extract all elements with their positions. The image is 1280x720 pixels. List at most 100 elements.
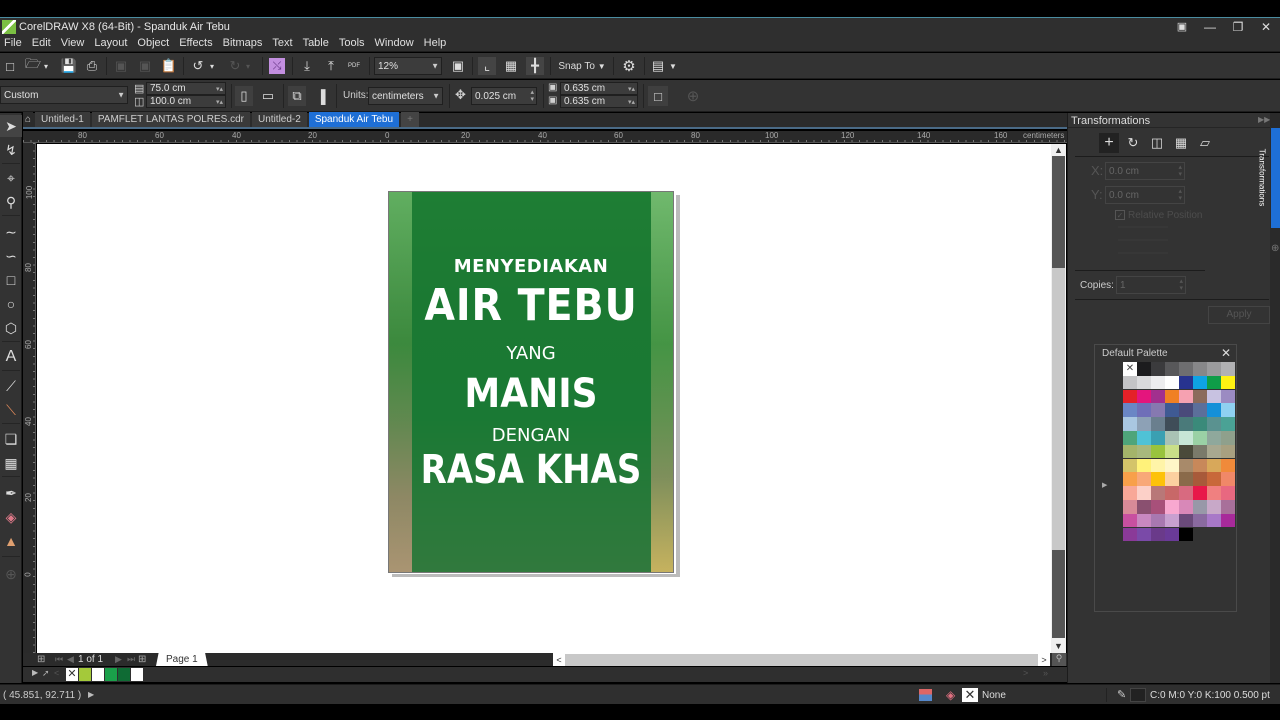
- color-swatch[interactable]: [1151, 527, 1165, 542]
- color-swatch[interactable]: [92, 668, 105, 681]
- launcher-dropdown-icon[interactable]: ▼: [668, 57, 678, 75]
- freehand-tool-icon[interactable]: ∼: [0, 221, 22, 243]
- palette-menu-arrow-icon[interactable]: ▶: [32, 668, 38, 677]
- poster-line-manis[interactable]: MANIS: [403, 371, 659, 417]
- color-swatch[interactable]: [1207, 403, 1221, 417]
- vertical-scrollbar[interactable]: ▲ ▼: [1051, 144, 1066, 653]
- open-dropdown-icon[interactable]: ▾: [42, 57, 50, 75]
- show-guidelines-icon[interactable]: ╋: [526, 57, 544, 75]
- color-swatch[interactable]: [1207, 417, 1221, 431]
- page-1-tab[interactable]: Page 1: [156, 653, 208, 666]
- color-swatch[interactable]: [1137, 389, 1151, 404]
- color-swatch[interactable]: [1221, 403, 1235, 417]
- color-swatch[interactable]: [1165, 472, 1179, 486]
- color-swatch[interactable]: [1137, 472, 1151, 486]
- publish-pdf-icon[interactable]: PDF: [345, 57, 363, 75]
- size-tab-icon[interactable]: ▦: [1172, 133, 1190, 153]
- color-swatch[interactable]: [1179, 403, 1193, 417]
- text-tool-icon[interactable]: A: [0, 346, 22, 368]
- color-swatch[interactable]: [1179, 444, 1193, 459]
- color-swatch[interactable]: [1137, 417, 1151, 431]
- color-swatch[interactable]: [1165, 417, 1179, 431]
- new-document-icon[interactable]: □: [2, 57, 18, 75]
- color-swatch[interactable]: [1151, 431, 1165, 445]
- connector-tool-icon[interactable]: ⟍: [0, 399, 22, 421]
- show-rulers-icon[interactable]: ⌞: [478, 57, 496, 75]
- color-swatch[interactable]: [1151, 500, 1165, 514]
- color-swatch[interactable]: [1165, 362, 1179, 376]
- color-swatch[interactable]: [1221, 362, 1235, 376]
- duplicate-distance-y-input[interactable]: 0.635 cm ▾▴: [560, 95, 638, 108]
- y-position-input[interactable]: 0.0 cm ▴ ▾: [1105, 186, 1185, 204]
- transparency-tool-icon[interactable]: ▦: [0, 452, 22, 474]
- color-swatch[interactable]: [118, 668, 131, 681]
- color-swatch[interactable]: [1123, 472, 1137, 486]
- color-swatch[interactable]: [1193, 444, 1207, 459]
- color-swatch[interactable]: [1165, 458, 1179, 473]
- application-launcher-icon[interactable]: ▤: [649, 57, 667, 75]
- color-swatch[interactable]: [1123, 500, 1137, 514]
- duplicate-distance-x-input[interactable]: 0.635 cm ▾▴: [560, 82, 638, 95]
- eyedropper-icon[interactable]: ➚: [42, 668, 50, 679]
- color-swatch[interactable]: [1151, 444, 1165, 459]
- color-swatch[interactable]: [1165, 389, 1179, 404]
- color-swatch[interactable]: [1207, 431, 1221, 445]
- color-swatch[interactable]: [1207, 444, 1221, 459]
- snap-to-dropdown[interactable]: Snap To ▼: [556, 57, 608, 75]
- spin-arrows-icon[interactable]: ▾▴: [628, 85, 635, 93]
- scroll-down-icon[interactable]: ▼: [1051, 640, 1066, 652]
- color-swatch[interactable]: [1193, 375, 1207, 390]
- color-swatch[interactable]: [1179, 417, 1193, 431]
- tab-pamflet-lantas-polres[interactable]: PAMFLET LANTAS POLRES.cdr: [91, 112, 251, 127]
- scroll-left-icon[interactable]: <: [553, 654, 565, 666]
- color-swatch[interactable]: [1179, 458, 1193, 473]
- smart-fill-tool-icon[interactable]: ▲: [0, 530, 22, 552]
- add-page-before-icon[interactable]: ⊞: [37, 654, 45, 665]
- scroll-right-icon[interactable]: >: [1038, 654, 1050, 666]
- horizontal-ruler[interactable]: 80 60 40 20 0 20 40 60 80 100 120 140 16…: [23, 131, 1067, 143]
- skew-tab-icon[interactable]: ▱: [1196, 133, 1214, 153]
- color-swatch[interactable]: [1193, 403, 1207, 417]
- color-swatch[interactable]: [1207, 472, 1221, 486]
- color-swatch[interactable]: [1207, 500, 1221, 514]
- save-icon[interactable]: 💾: [60, 57, 78, 75]
- spin-arrows-icon[interactable]: ▴ ▾: [1178, 164, 1182, 178]
- menu-bitmaps[interactable]: Bitmaps: [223, 37, 263, 49]
- color-swatch[interactable]: [1179, 362, 1193, 376]
- menu-view[interactable]: View: [61, 37, 85, 49]
- color-swatch[interactable]: [131, 668, 144, 681]
- color-swatch[interactable]: [1179, 472, 1193, 486]
- transformations-docker-tab[interactable]: Transformations: [1257, 128, 1280, 228]
- status-expand-icon[interactable]: ▶: [88, 690, 94, 699]
- x-position-input[interactable]: 0.0 cm ▴ ▾: [1105, 162, 1185, 180]
- color-swatch[interactable]: [1179, 486, 1193, 500]
- spin-arrows-icon[interactable]: ▴ ▾: [1179, 278, 1183, 292]
- search-content-icon[interactable]: ⤯: [269, 58, 285, 74]
- color-swatch[interactable]: [1137, 500, 1151, 514]
- color-swatch[interactable]: [1221, 375, 1235, 390]
- palette-expand-icon[interactable]: »: [1043, 668, 1048, 678]
- horizontal-scrollbar[interactable]: < >: [553, 653, 1050, 666]
- zoom-level-select[interactable]: 12% ▼: [374, 57, 442, 75]
- color-swatch[interactable]: [1137, 527, 1151, 542]
- tab-untitled-2[interactable]: Untitled-2: [252, 112, 307, 127]
- full-screen-preview-icon[interactable]: ▣: [449, 57, 467, 75]
- home-icon[interactable]: ⌂: [23, 112, 34, 127]
- options-gear-icon[interactable]: ⚙: [619, 57, 639, 75]
- interactive-fill-tool-icon[interactable]: ◈: [0, 506, 22, 528]
- color-swatch[interactable]: [1137, 403, 1151, 417]
- last-page-icon[interactable]: ⏭: [127, 654, 135, 665]
- color-swatch[interactable]: [1193, 500, 1207, 514]
- show-grid-icon[interactable]: ▦: [502, 57, 520, 75]
- menu-edit[interactable]: Edit: [32, 37, 51, 49]
- color-swatch[interactable]: [105, 668, 118, 681]
- spin-arrows-icon[interactable]: ▾▴: [628, 98, 635, 106]
- dimension-tool-icon[interactable]: ⟋: [0, 375, 22, 397]
- color-swatch[interactable]: [1193, 431, 1207, 445]
- treat-as-filled-icon[interactable]: □: [648, 86, 668, 106]
- ellipse-tool-icon[interactable]: ○: [0, 293, 22, 315]
- add-page-after-icon[interactable]: ⊞: [138, 654, 146, 665]
- color-swatch[interactable]: [1151, 403, 1165, 417]
- shape-tool-icon[interactable]: ↯: [0, 139, 22, 161]
- scroll-up-icon[interactable]: ▲: [1051, 144, 1066, 156]
